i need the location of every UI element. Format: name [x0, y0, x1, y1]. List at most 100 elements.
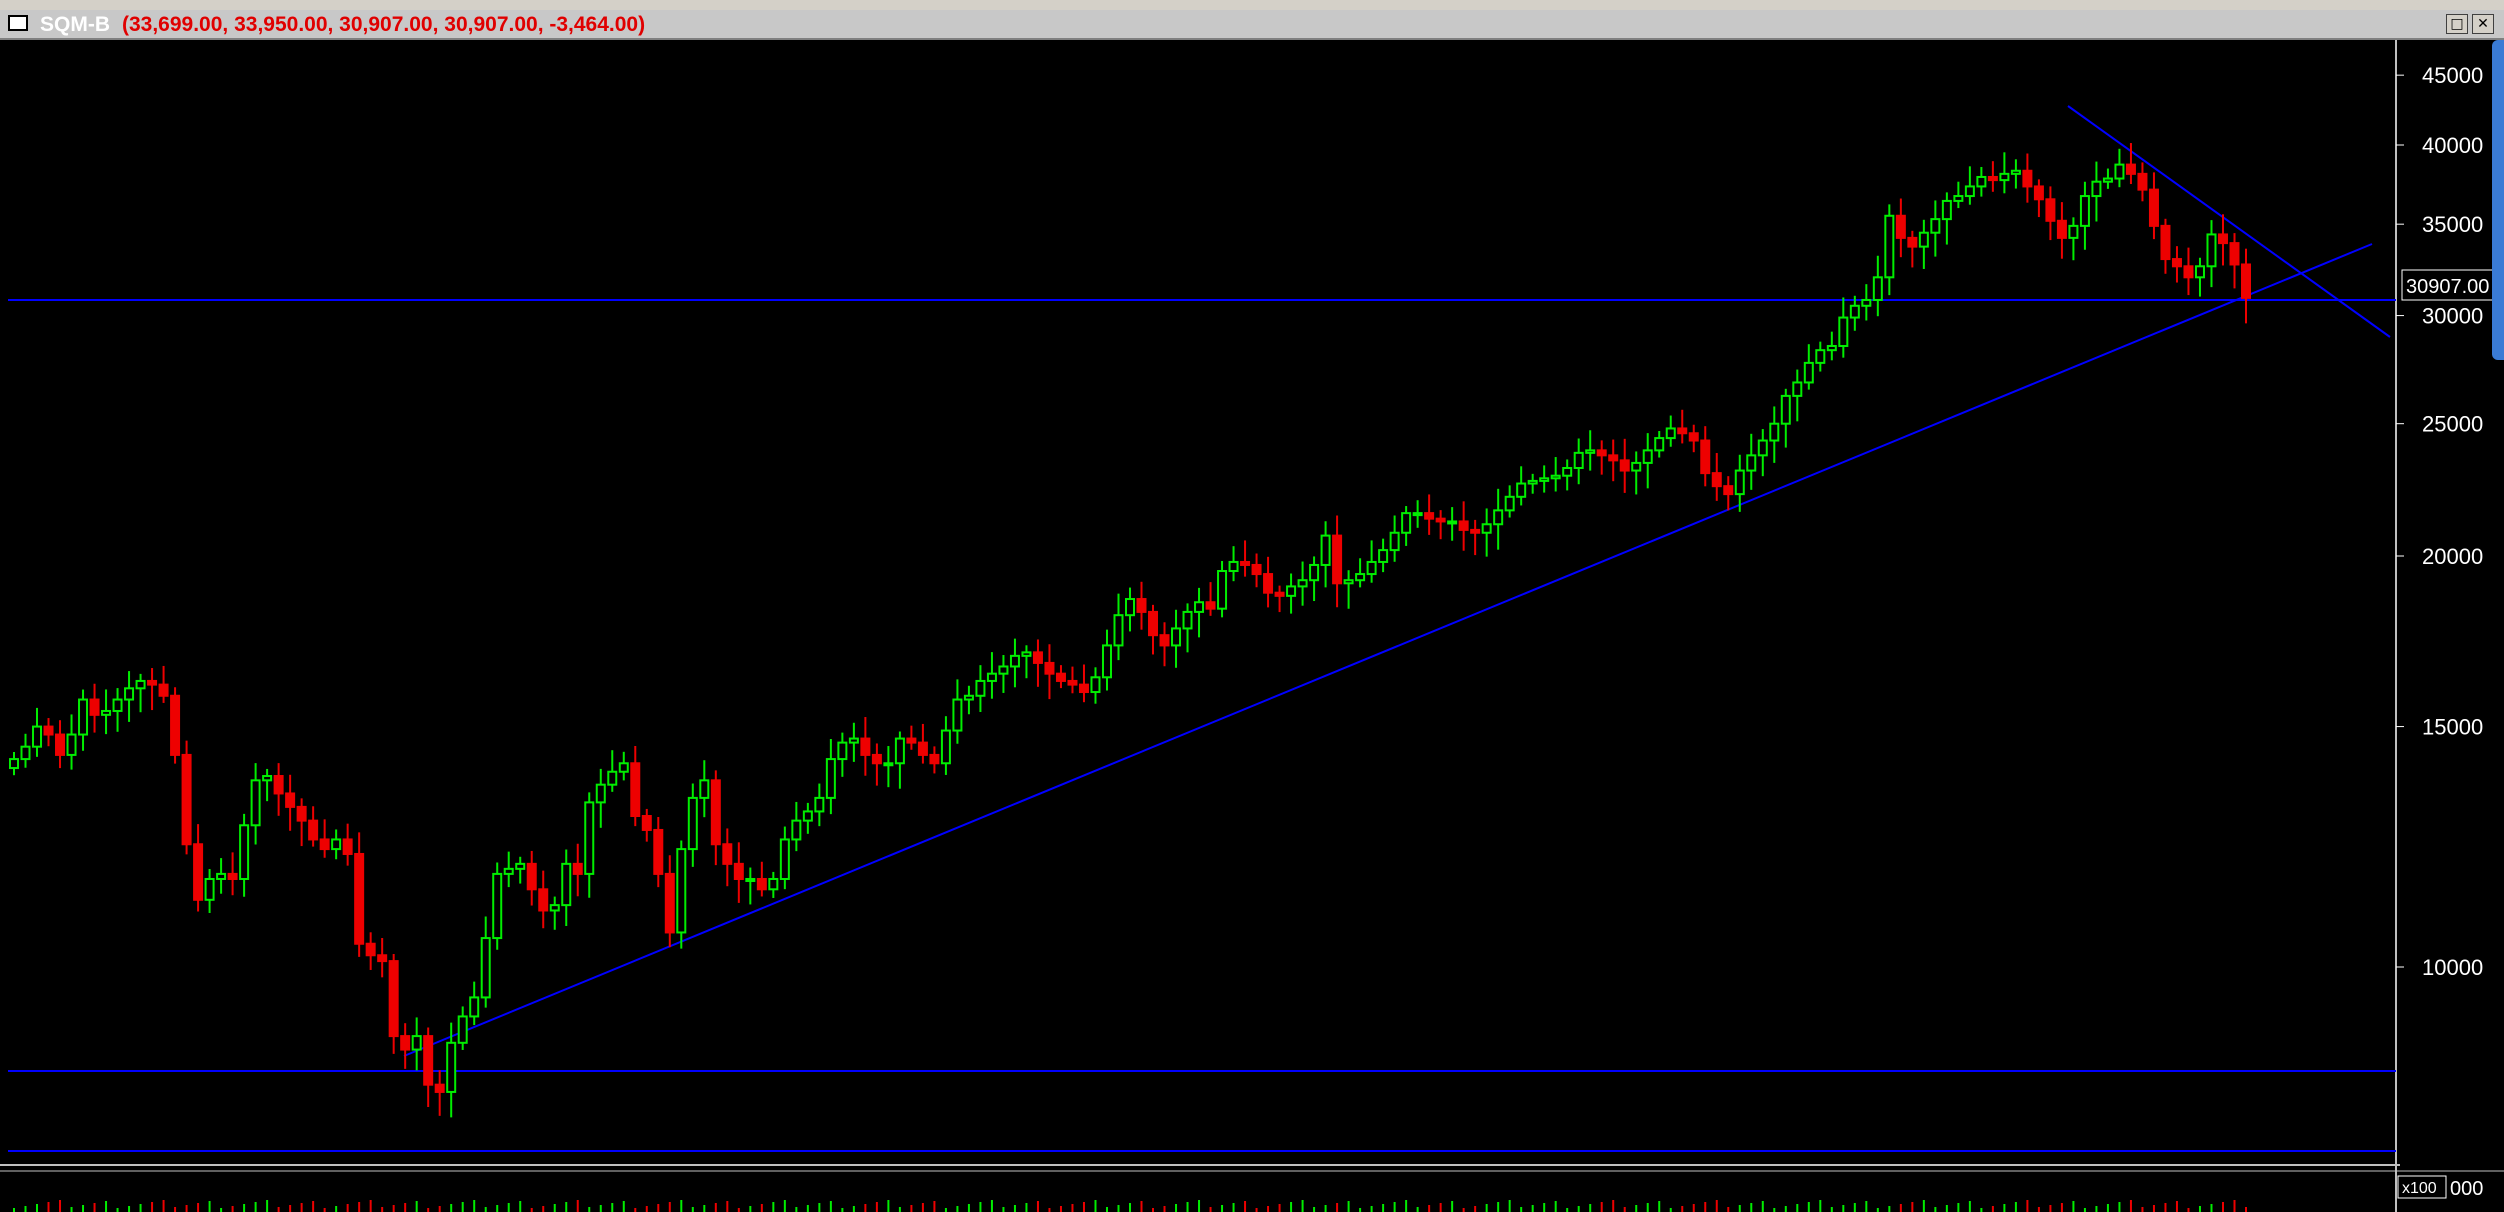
candle-body [630, 762, 641, 818]
candle-body [1332, 534, 1343, 585]
candle-body [1964, 185, 1975, 198]
candle-body [2022, 169, 2033, 188]
candle-body [388, 960, 399, 1038]
candle [227, 852, 238, 896]
candle [492, 862, 503, 950]
candle [101, 689, 112, 735]
candle-body [446, 1041, 457, 1093]
candle-body [1481, 523, 1492, 534]
y-tick-label: 40000 [2422, 133, 2483, 158]
candle-body [354, 852, 365, 945]
candle-body [1320, 534, 1331, 566]
candle-body [676, 848, 687, 934]
candle [216, 858, 227, 894]
candle [480, 916, 491, 1008]
candle [906, 725, 917, 750]
candle-body [710, 779, 721, 846]
chart-frame: 30907.00 x100 000 [0, 40, 2504, 1212]
candle-body [2010, 169, 2021, 175]
candle [1493, 488, 1504, 550]
candle [20, 733, 31, 768]
candle-body [1055, 672, 1066, 682]
candle-body [1205, 601, 1216, 610]
candles [9, 143, 2251, 1118]
candle-body [1067, 679, 1078, 686]
candle-body [1389, 531, 1400, 552]
restore-button[interactable]: □ [2446, 14, 2468, 34]
candle [1078, 664, 1089, 703]
candle-body [825, 758, 836, 799]
candle-body [1861, 298, 1872, 307]
candle [423, 1027, 434, 1108]
candle-body [1631, 461, 1642, 472]
candle [1366, 540, 1377, 583]
price-chart[interactable]: 30907.00 x100 000 1000015000200002500030… [0, 40, 2504, 1212]
chart-window: SQM-B (33,699.00, 33,950.00, 30,907.00, … [0, 0, 2504, 1212]
candle-body [1792, 381, 1803, 397]
candle [193, 824, 204, 912]
window-titlebar[interactable]: SQM-B (33,699.00, 33,950.00, 30,907.00, … [0, 10, 2504, 40]
candle [78, 689, 89, 751]
candle [894, 731, 905, 789]
candle-body [2183, 265, 2194, 279]
candle [1101, 629, 1112, 691]
candle-body [32, 725, 43, 748]
candle [1194, 587, 1205, 638]
candle [1757, 429, 1768, 477]
candle-body [1757, 439, 1768, 457]
candle-body [1999, 172, 2010, 182]
y-tick-label: 20000 [2422, 544, 2483, 569]
candle-body [2114, 163, 2125, 180]
volume-bars [13, 1200, 2247, 1212]
candle-body [1608, 454, 1619, 462]
candle-body [492, 872, 503, 940]
candle [2102, 168, 2113, 189]
candle-body [561, 862, 572, 907]
candle [2160, 218, 2171, 274]
candle [1815, 341, 1826, 372]
candle-body [1826, 344, 1837, 352]
volume-scale-label: x100 [2402, 1180, 2437, 1197]
symbol-label: SQM-B [40, 13, 110, 36]
candle [917, 723, 928, 764]
candle-body [1953, 195, 1964, 202]
candle [2056, 202, 2067, 259]
candle [699, 760, 710, 818]
candle-body [1251, 563, 1262, 576]
candle [170, 687, 181, 764]
candle-body [549, 904, 560, 912]
candle-body [1159, 634, 1170, 647]
candle-body [1838, 316, 1849, 347]
close-button[interactable]: ✕ [2472, 14, 2494, 34]
candle [2045, 186, 2056, 241]
candle-body [1665, 427, 1676, 440]
candle-body [871, 753, 882, 765]
candle [1654, 431, 1665, 458]
rising-trendline[interactable] [403, 243, 2373, 1057]
candle-body [584, 801, 595, 875]
candle-body [2079, 195, 2090, 227]
candle-body [998, 665, 1009, 675]
candle [1838, 297, 1849, 358]
candle [2183, 247, 2194, 296]
candle [1458, 501, 1469, 551]
candle-body [1078, 683, 1089, 694]
candle-body [43, 725, 54, 736]
candle [1895, 198, 1906, 258]
candle [1723, 476, 1734, 511]
y-tick-label: 25000 [2422, 412, 2483, 437]
candle-body [342, 838, 353, 855]
candle-body [135, 679, 146, 690]
candle-body [1527, 479, 1538, 485]
candle-body [929, 753, 940, 765]
candle [2068, 217, 2079, 261]
candle-body [181, 753, 192, 846]
candle [1642, 433, 1653, 489]
price-scroll-handle[interactable] [2492, 40, 2504, 360]
candle [1412, 500, 1423, 528]
candle-body [2125, 163, 2136, 175]
candle [66, 714, 77, 770]
candle-body [227, 872, 238, 880]
window-icon[interactable] [8, 15, 28, 31]
candle-body [239, 824, 250, 880]
